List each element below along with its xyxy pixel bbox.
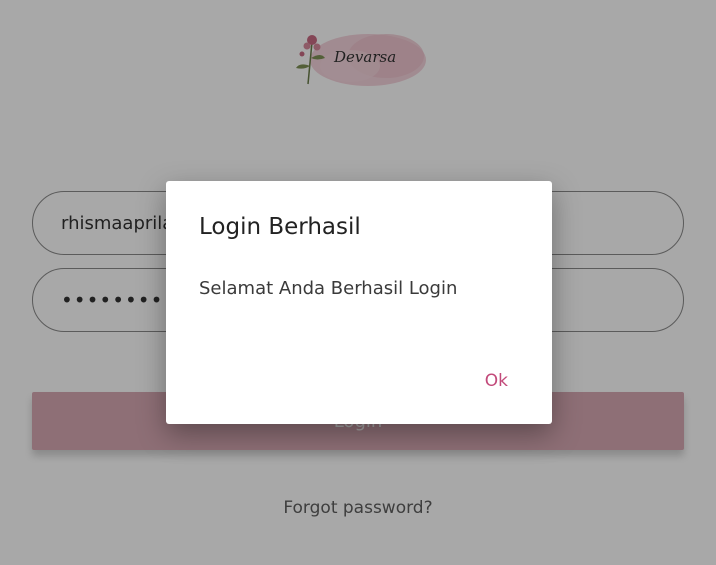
login-success-dialog: Login Berhasil Selamat Anda Berhasil Log… xyxy=(166,181,552,424)
login-screen: Devarsa rhismaaprilaaaaaaaaaaaaaaa •••••… xyxy=(0,0,716,565)
ok-button[interactable]: Ok xyxy=(481,369,512,393)
dialog-title: Login Berhasil xyxy=(199,214,361,240)
dialog-message: Selamat Anda Berhasil Login xyxy=(199,278,458,299)
